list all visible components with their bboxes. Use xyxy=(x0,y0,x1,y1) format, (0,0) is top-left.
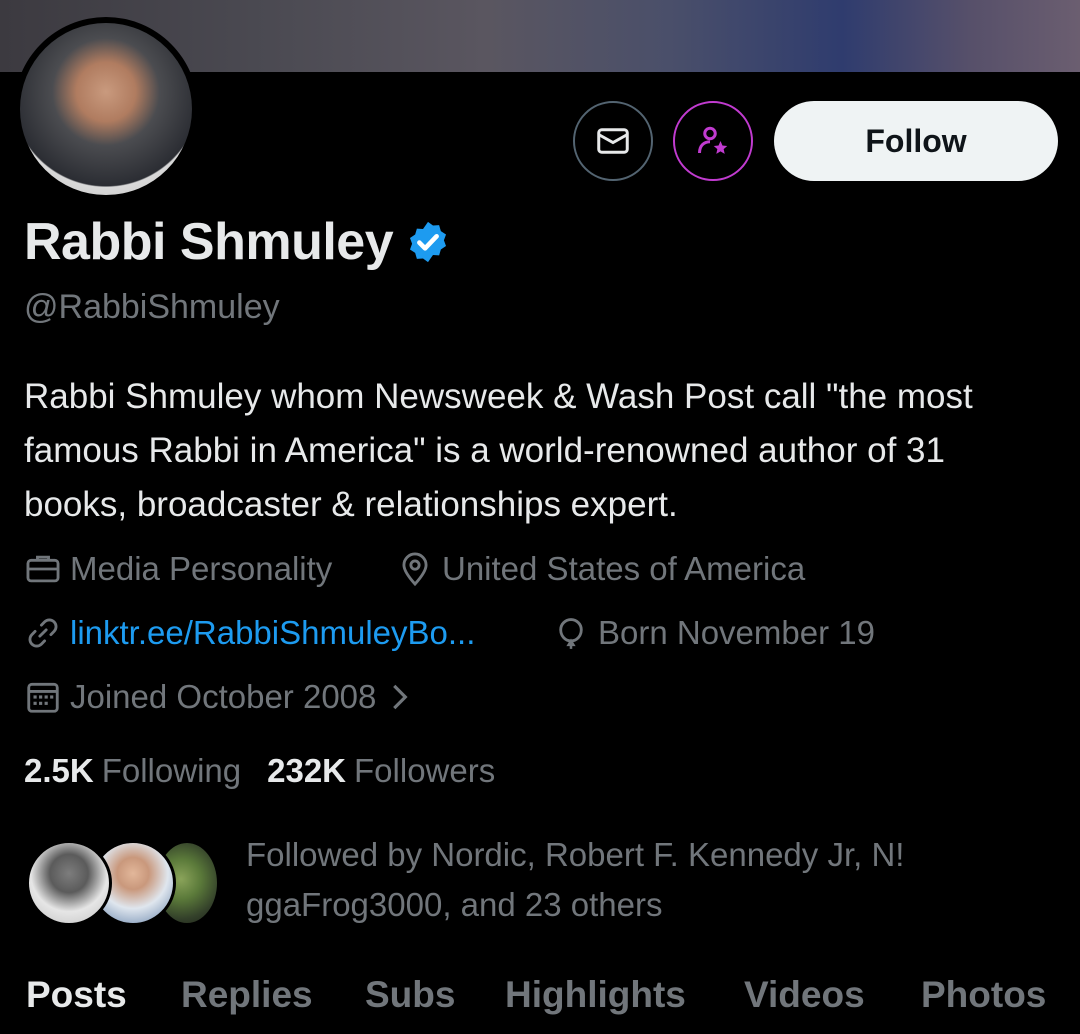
profile-location: United States of America xyxy=(396,550,805,588)
following-label: Following xyxy=(101,752,242,789)
followed-by-line: ggaFrog3000, and 23 others xyxy=(246,886,663,923)
follower-avatar xyxy=(26,840,112,926)
followed-by-avatars[interactable] xyxy=(26,840,226,926)
avatar-photo xyxy=(20,23,192,195)
joined-text: Joined October 2008 xyxy=(70,678,377,715)
following-count: 2.5K xyxy=(24,752,94,789)
location-text: United States of America xyxy=(442,550,806,587)
location-pin-icon xyxy=(402,552,428,587)
display-name: Rabbi Shmuley xyxy=(24,213,394,271)
profile-link[interactable]: linktr.ee/RabbiShmuleyBo... xyxy=(24,614,475,652)
follow-stats: 2.5K Following 232K Followers xyxy=(24,752,495,790)
briefcase-icon xyxy=(26,555,60,583)
tab-subs[interactable]: Subs xyxy=(365,974,455,1016)
profile-category: Media Personality xyxy=(24,550,332,588)
category-text: Media Personality xyxy=(70,550,333,587)
follow-button[interactable]: Follow xyxy=(774,101,1058,181)
following-link[interactable]: 2.5K Following xyxy=(24,752,241,790)
followers-link[interactable]: 232K Followers xyxy=(267,752,495,790)
birthday-text: Born November 19 xyxy=(598,614,875,651)
profile-birthday: Born November 19 xyxy=(552,614,875,652)
profile-bio: Rabbi Shmuley whom Newsweek & Wash Post … xyxy=(24,377,973,524)
profile-avatar[interactable] xyxy=(14,17,198,201)
chevron-right-icon xyxy=(393,684,408,710)
followed-by-text[interactable]: Followed by Nordic, Robert F. Kennedy Jr… xyxy=(246,830,1046,930)
tab-replies[interactable]: Replies xyxy=(181,974,313,1016)
subscribe-button[interactable] xyxy=(673,101,753,181)
profile-joined[interactable]: Joined October 2008 xyxy=(24,678,422,716)
profile-handle: @RabbiShmuley xyxy=(24,288,280,326)
followers-label: Followers xyxy=(354,752,496,789)
tab-highlights[interactable]: Highlights xyxy=(505,974,686,1016)
subscribe-person-star-icon xyxy=(698,126,728,154)
name-row: Rabbi Shmuley xyxy=(24,212,451,272)
followed-by-line: Followed by Nordic, Robert F. Kennedy Jr… xyxy=(246,836,905,873)
followers-count: 232K xyxy=(267,752,347,789)
message-button[interactable] xyxy=(573,101,653,181)
balloon-icon xyxy=(559,618,583,649)
tab-videos[interactable]: Videos xyxy=(744,974,865,1016)
verified-badge-icon[interactable] xyxy=(405,219,451,265)
profile-tabs: Posts Replies Subs Highlights Videos Pho… xyxy=(0,974,1080,1034)
tab-posts[interactable]: Posts xyxy=(26,974,127,1016)
link-icon xyxy=(28,618,58,648)
mail-icon xyxy=(597,128,629,154)
tab-photos[interactable]: Photos xyxy=(921,974,1046,1016)
link-text[interactable]: linktr.ee/RabbiShmuleyBo... xyxy=(70,614,475,652)
calendar-icon xyxy=(27,682,59,713)
